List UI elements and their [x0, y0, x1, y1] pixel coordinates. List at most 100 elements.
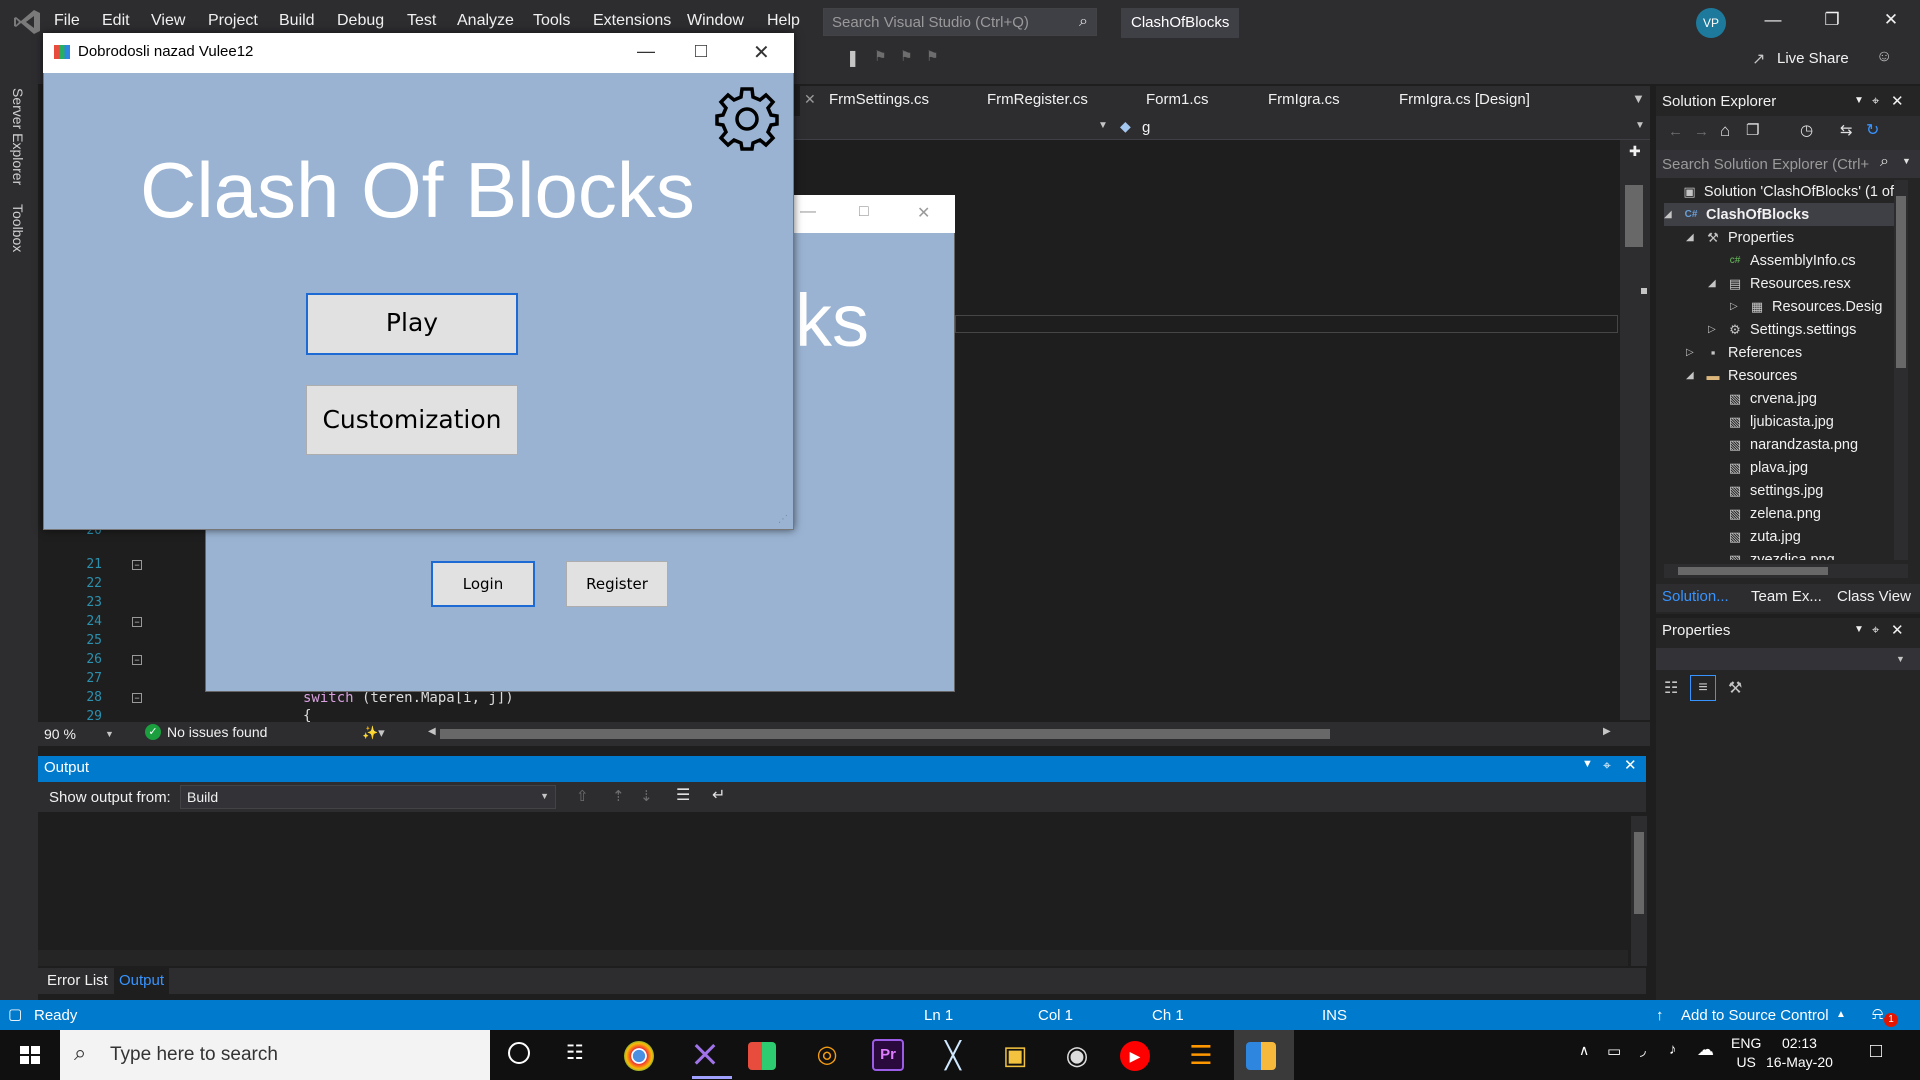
expand-arrow-icon[interactable]: ◢ [1686, 370, 1698, 381]
language-indicator[interactable]: ENG US [1731, 1035, 1761, 1070]
menu-debug[interactable]: Debug [337, 12, 384, 30]
zoom-level[interactable]: 90 % [44, 726, 76, 742]
minimize-icon[interactable]: — [800, 203, 816, 221]
editor-scroll-thumb[interactable] [1625, 185, 1643, 247]
media-app-icon[interactable]: ◉ [1058, 1036, 1096, 1074]
fold-toggle-icon[interactable]: − [132, 655, 142, 665]
split-editor-icon[interactable]: ✚ [1629, 143, 1641, 160]
maximize-icon[interactable]: □ [859, 203, 869, 221]
winforms-app-icon[interactable] [748, 1042, 776, 1070]
chevron-down-icon[interactable]: ▼ [1902, 156, 1911, 166]
menu-build[interactable]: Build [279, 12, 315, 30]
nav-dropdown-arrow-icon[interactable]: ▼ [1635, 120, 1645, 131]
task-view-icon[interactable]: ☷ [566, 1040, 584, 1065]
expand-arrow-icon[interactable]: ◢ [1664, 209, 1676, 220]
tab-class-view[interactable]: Class View [1837, 588, 1911, 605]
tree-item[interactable]: ◢ ▬ Resources [1664, 364, 1894, 387]
close-pane-icon[interactable]: ✕ [1624, 756, 1637, 774]
bookmark-next-icon[interactable]: ⚑ [900, 48, 913, 65]
chevron-down-icon[interactable]: ▼ [1896, 654, 1905, 664]
chrome-app-icon[interactable] [624, 1041, 654, 1071]
prev-message-icon[interactable]: ⇡ [612, 787, 625, 805]
tree-item[interactable]: ▧ narandzasta.png [1664, 433, 1894, 456]
menu-help[interactable]: Help [767, 12, 800, 30]
collapse-arrow-icon[interactable]: ▷ [1730, 301, 1742, 312]
blender-app-icon[interactable]: ◎ [808, 1036, 846, 1074]
expand-arrow-icon[interactable]: ◢ [1708, 278, 1720, 289]
refresh-icon[interactable]: ↻ [1866, 120, 1879, 140]
fold-toggle-icon[interactable]: − [132, 693, 142, 703]
premiere-app-icon[interactable]: Pr [872, 1039, 904, 1071]
resize-grip-icon[interactable]: ⋰ [778, 514, 788, 525]
pin-icon[interactable]: ⌖ [1872, 93, 1879, 109]
action-center-icon[interactable]: □ [1870, 1040, 1882, 1063]
tab-solution-explorer[interactable]: Solution... [1662, 588, 1729, 605]
pending-changes-icon[interactable]: ◷ [1800, 121, 1813, 139]
add-to-source-control-button[interactable]: Add to Source Control [1681, 1007, 1829, 1024]
collapse-arrow-icon[interactable]: ▷ [1686, 347, 1698, 358]
pane-menu-icon[interactable]: ▼ [1582, 758, 1593, 770]
tab-frmregister[interactable]: FrmRegister.cs [987, 91, 1088, 108]
tab-overflow-icon[interactable]: ▼ [1632, 91, 1645, 106]
pane-menu-icon[interactable]: ▼ [1854, 624, 1864, 635]
tree-item[interactable]: ▧ ljubicasta.jpg [1664, 410, 1894, 433]
menu-analyze[interactable]: Analyze [457, 12, 514, 30]
windows-start-icon[interactable] [0, 1030, 60, 1080]
maximize-icon[interactable]: □ [695, 40, 707, 63]
battery-icon[interactable]: ▭ [1607, 1042, 1621, 1060]
search-icon[interactable]: ⌕ [1880, 153, 1889, 171]
tab-team-explorer[interactable]: Team Ex... [1751, 588, 1822, 605]
fold-toggle-icon[interactable]: − [132, 560, 142, 570]
restore-icon[interactable]: ❐ [1812, 10, 1852, 30]
tab-frmigra[interactable]: FrmIgra.cs [1268, 91, 1340, 108]
server-explorer-tab[interactable]: Server Explorer [10, 88, 26, 185]
scroll-left-icon[interactable]: ◀ [428, 726, 436, 737]
back-icon[interactable]: ← [1668, 123, 1683, 140]
nav-dropdown-arrow-icon[interactable]: ▼ [1098, 120, 1108, 131]
close-pane-icon[interactable]: ✕ [1891, 92, 1904, 110]
close-icon[interactable]: ✕ [753, 40, 770, 65]
bookmark-icon[interactable]: ❚ [846, 48, 859, 68]
forward-icon[interactable]: → [1694, 123, 1709, 140]
tab-frmsettings[interactable]: FrmSettings.cs [829, 91, 929, 108]
register-button[interactable]: Register [566, 561, 668, 607]
cortana-icon[interactable] [508, 1042, 530, 1064]
close-pane-icon[interactable]: ✕ [1891, 621, 1904, 639]
clear-all-icon[interactable]: ☰ [676, 785, 690, 805]
home-icon[interactable]: ⌂ [1720, 121, 1730, 141]
customization-button[interactable]: Customization [306, 385, 518, 455]
expand-arrow-icon[interactable]: ◢ [1686, 232, 1698, 243]
tree-item[interactable]: ▧ crvena.jpg [1664, 387, 1894, 410]
properties-object-select[interactable] [1656, 648, 1920, 670]
tree-item[interactable]: ◢ ▤ Resources.resx [1664, 272, 1894, 295]
tab-output[interactable]: Output [114, 968, 170, 994]
vs-search-box[interactable]: Search Visual Studio (Ctrl+Q) ⌕ [823, 8, 1097, 36]
tree-item[interactable]: ▷ ⚙ Settings.settings [1664, 318, 1894, 341]
close-icon[interactable]: ✕ [917, 203, 930, 223]
menu-file[interactable]: File [54, 12, 80, 30]
menu-edit[interactable]: Edit [102, 12, 130, 30]
sublime-app-icon[interactable]: ☰ [1182, 1036, 1220, 1074]
pane-menu-icon[interactable]: ▼ [1854, 95, 1864, 106]
tree-hscroll-thumb[interactable] [1678, 567, 1828, 575]
scroll-right-icon[interactable]: ▶ [1603, 726, 1611, 737]
issues-indicator[interactable]: ✓ No issues found [145, 724, 267, 740]
switch-views-icon[interactable]: ❐ [1746, 121, 1759, 139]
tree-item[interactable]: ◢ C# ClashOfBlocks [1664, 203, 1894, 226]
bookmark-prev-icon[interactable]: ⚑ [874, 48, 887, 65]
tree-scroll-thumb[interactable] [1896, 196, 1906, 368]
menu-test[interactable]: Test [407, 12, 436, 30]
tree-item[interactable]: ▧ zelena.png [1664, 502, 1894, 525]
output-source-select[interactable]: Build ▼ [180, 785, 556, 809]
live-share-button[interactable]: Live Share [1777, 50, 1849, 67]
pin-icon[interactable]: ⌖ [1603, 757, 1611, 774]
sync-icon[interactable]: ⇆ [1840, 121, 1853, 139]
menu-view[interactable]: View [151, 12, 185, 30]
tab-close-icon[interactable]: ✕ [804, 91, 816, 108]
find-message-icon[interactable]: ⇧ [576, 787, 589, 805]
tree-item[interactable]: ▷ ▪ References [1664, 341, 1894, 364]
output-horizontal-scrollbar[interactable] [38, 950, 1628, 966]
file-explorer-app-icon[interactable]: ▣ [996, 1036, 1034, 1074]
menu-project[interactable]: Project [208, 12, 258, 30]
tree-item[interactable]: ▣ Solution 'ClashOfBlocks' (1 of [1664, 180, 1894, 203]
